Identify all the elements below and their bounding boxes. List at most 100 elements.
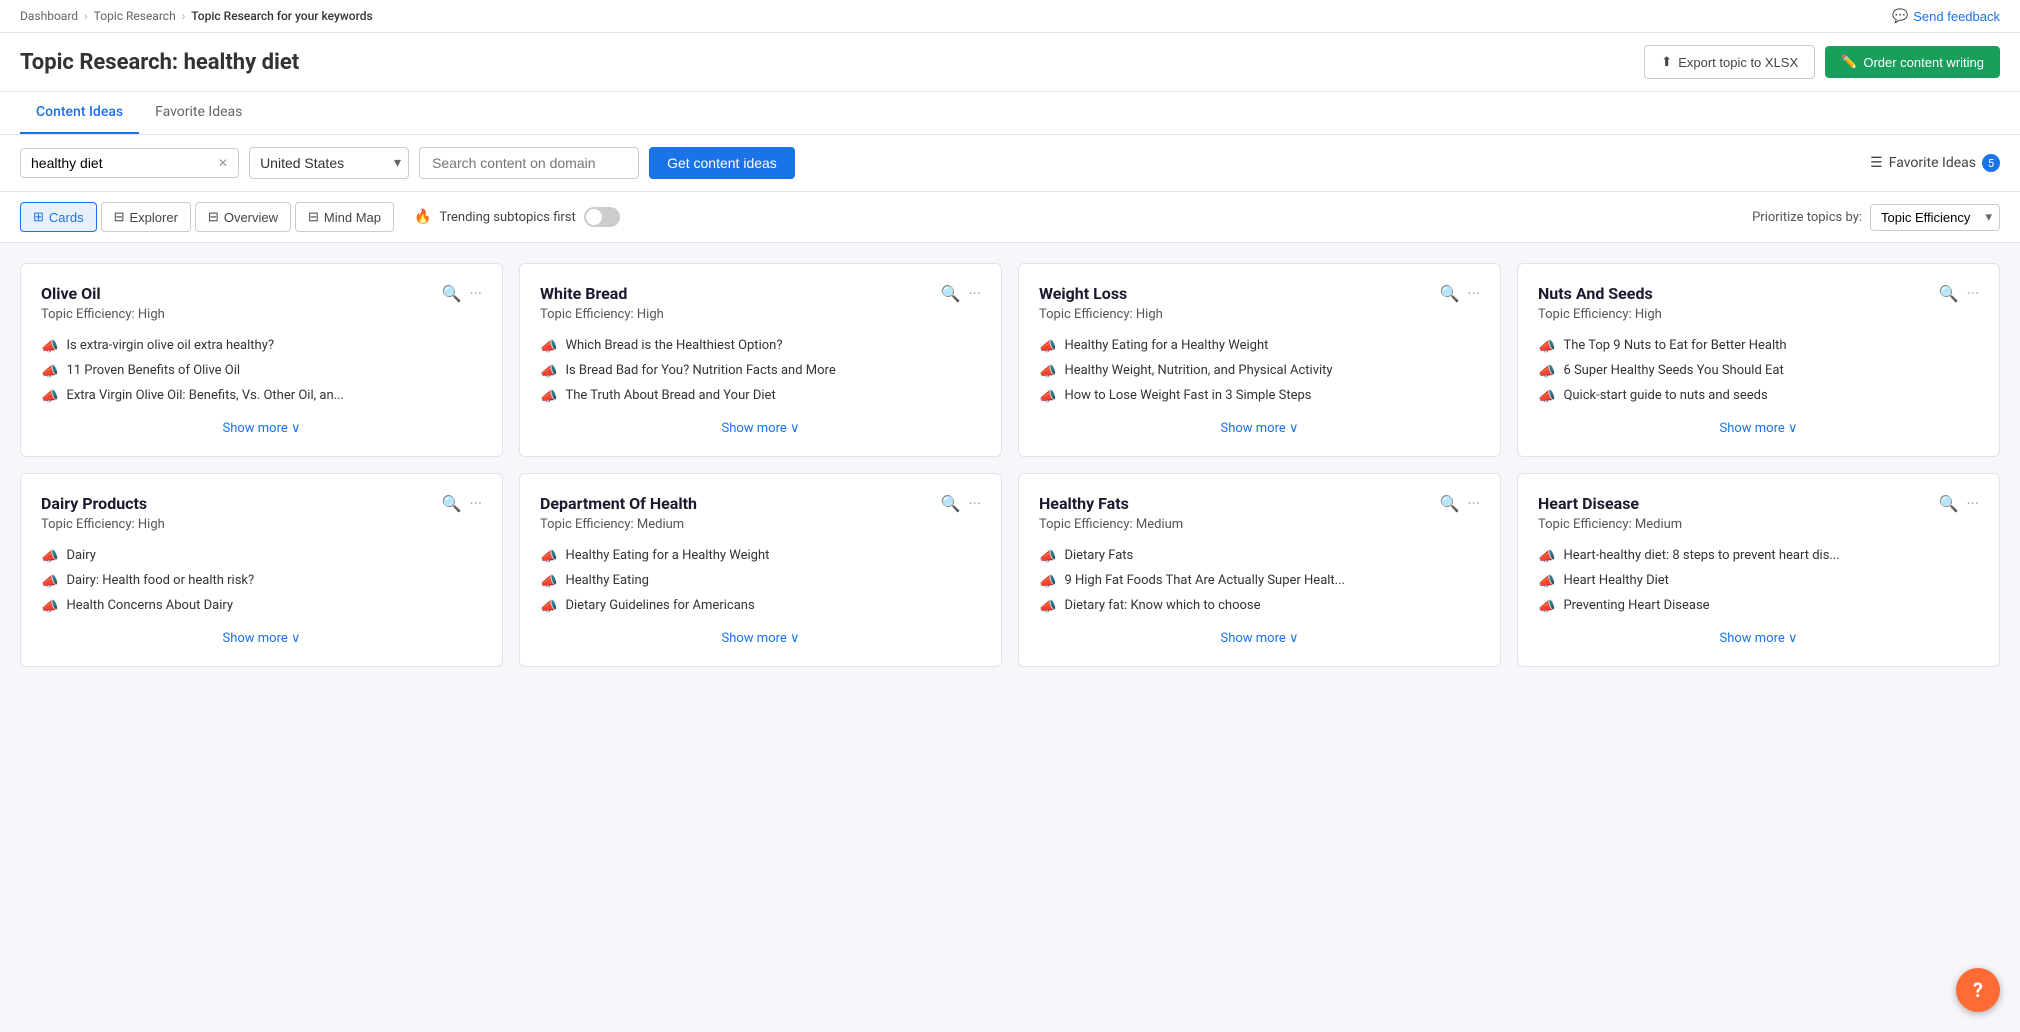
view-overview-button[interactable]: ⊟ Overview [195,202,291,232]
card-item-text[interactable]: Dietary fat: Know which to choose [1064,598,1260,613]
show-more-button[interactable]: Show more ∨ [1538,421,1979,436]
trending-icon: 📣 [540,574,557,590]
favorite-ideas-label[interactable]: Favorite Ideas [1889,155,1976,171]
domain-search-input[interactable] [419,147,639,179]
card-item-text[interactable]: The Top 9 Nuts to Eat for Better Health [1563,338,1786,353]
get-ideas-button[interactable]: Get content ideas [649,147,795,179]
search-icon[interactable]: 🔍 [1440,284,1460,303]
card-item-text[interactable]: Healthy Eating [565,573,649,588]
card-item-text[interactable]: Dietary Guidelines for Americans [565,598,754,613]
card-item: 📣 Health Concerns About Dairy [41,598,482,615]
trending-icon: 📣 [1039,599,1056,615]
card-title: Weight Loss [1039,284,1127,303]
card-item-text[interactable]: 9 High Fat Foods That Are Actually Super… [1064,573,1345,588]
card-item-text[interactable]: Heart-healthy diet: 8 steps to prevent h… [1563,548,1839,563]
trending-icon: 📣 [540,364,557,380]
card-item-text[interactable]: Dairy [66,548,95,563]
view-cards-button[interactable]: ⊞ Cards [20,202,97,232]
card-item: 📣 Preventing Heart Disease [1538,598,1979,615]
order-content-button[interactable]: ✏️ Order content writing [1825,46,2000,78]
card-item-text[interactable]: Quick-start guide to nuts and seeds [1563,388,1767,403]
more-options-icon[interactable]: ··· [1467,494,1480,513]
show-more-button[interactable]: Show more ∨ [41,631,482,646]
more-options-icon[interactable]: ··· [469,494,482,513]
card-item-text[interactable]: Heart Healthy Diet [1563,573,1668,588]
card-3: Nuts And Seeds 🔍 ··· Topic Efficiency: H… [1517,263,2000,457]
more-options-icon[interactable]: ··· [1966,494,1979,513]
trending-icon: 📣 [41,339,58,355]
card-item-text[interactable]: The Truth About Bread and Your Diet [565,388,775,403]
export-button[interactable]: ⬆ Export topic to XLSX [1644,45,1815,79]
priority-select[interactable]: Topic Efficiency Volume Difficulty [1870,204,2000,231]
view-mindmap-button[interactable]: ⊟ Mind Map [295,202,394,232]
help-button[interactable]: ? [1956,968,2000,1012]
breadcrumb-topic-research[interactable]: Topic Research [94,9,176,23]
view-explorer-button[interactable]: ⊟ Explorer [101,202,191,232]
trending-icon: 📣 [1538,599,1555,615]
card-item: 📣 Which Bread is the Healthiest Option? [540,338,981,355]
card-item-text[interactable]: Is extra-virgin olive oil extra healthy? [66,338,274,353]
card-item: 📣 Dietary Guidelines for Americans [540,598,981,615]
card-item: 📣 Extra Virgin Olive Oil: Benefits, Vs. … [41,388,482,405]
trending-wrap: 🔥 Trending subtopics first [414,207,620,227]
clear-keyword-button[interactable]: ✕ [218,156,228,170]
more-options-icon[interactable]: ··· [968,284,981,303]
card-item-text[interactable]: Is Bread Bad for You? Nutrition Facts an… [565,363,835,378]
more-options-icon[interactable]: ··· [968,494,981,513]
card-item-text[interactable]: Healthy Eating for a Healthy Weight [1064,338,1268,353]
card-items: 📣 Healthy Eating for a Healthy Weight 📣 … [1039,338,1480,405]
prioritize-label: Prioritize topics by: [1752,210,1862,225]
card-item-text[interactable]: Healthy Weight, Nutrition, and Physical … [1064,363,1332,378]
card-item-text[interactable]: Health Concerns About Dairy [66,598,233,613]
trending-icon: 📣 [41,549,58,565]
search-icon[interactable]: 🔍 [941,284,961,303]
trending-icon: 📣 [540,599,557,615]
search-icon[interactable]: 🔍 [941,494,961,513]
card-item-text[interactable]: Extra Virgin Olive Oil: Benefits, Vs. Ot… [66,388,343,403]
keyword-input[interactable] [31,155,212,171]
search-icon[interactable]: 🔍 [1440,494,1460,513]
feedback-icon: 💬 [1892,8,1908,24]
card-item-text[interactable]: How to Lose Weight Fast in 3 Simple Step… [1064,388,1311,403]
trending-icon: 📣 [41,389,58,405]
card-item-text[interactable]: Preventing Heart Disease [1563,598,1709,613]
card-item-text[interactable]: 6 Super Healthy Seeds You Should Eat [1563,363,1783,378]
show-more-button[interactable]: Show more ∨ [540,631,981,646]
country-select[interactable]: United States United Kingdom Canada Aust… [249,147,409,179]
breadcrumb-dashboard[interactable]: Dashboard [20,9,78,23]
search-icon[interactable]: 🔍 [442,284,462,303]
tab-favorite-ideas[interactable]: Favorite Ideas [139,92,258,134]
card-efficiency: Topic Efficiency: Medium [540,517,981,532]
card-item: 📣 6 Super Healthy Seeds You Should Eat [1538,363,1979,380]
show-more-button[interactable]: Show more ∨ [1039,631,1480,646]
send-feedback-button[interactable]: 💬 Send feedback [1892,8,2000,24]
more-options-icon[interactable]: ··· [1966,284,1979,303]
card-efficiency: Topic Efficiency: Medium [1538,517,1979,532]
card-item: 📣 9 High Fat Foods That Are Actually Sup… [1039,573,1480,590]
card-item-text[interactable]: Dairy: Health food or health risk? [66,573,254,588]
card-item-text[interactable]: Which Bread is the Healthiest Option? [565,338,782,353]
card-item-text[interactable]: Healthy Eating for a Healthy Weight [565,548,769,563]
card-1: White Bread 🔍 ··· Topic Efficiency: High… [519,263,1002,457]
search-icon[interactable]: 🔍 [1939,284,1959,303]
show-more-button[interactable]: Show more ∨ [540,421,981,436]
card-title: Department Of Health [540,494,697,513]
trending-icon: 📣 [540,549,557,565]
card-item-text[interactable]: 11 Proven Benefits of Olive Oil [66,363,240,378]
card-efficiency: Topic Efficiency: High [1039,307,1480,322]
trending-icon: 📣 [1039,389,1056,405]
show-more-button[interactable]: Show more ∨ [1538,631,1979,646]
tab-content-ideas[interactable]: Content Ideas [20,92,139,134]
card-item: 📣 Dietary fat: Know which to choose [1039,598,1480,615]
card-item: 📣 How to Lose Weight Fast in 3 Simple St… [1039,388,1480,405]
show-more-button[interactable]: Show more ∨ [41,421,482,436]
search-icon[interactable]: 🔍 [442,494,462,513]
show-more-button[interactable]: Show more ∨ [1039,421,1480,436]
more-options-icon[interactable]: ··· [1467,284,1480,303]
more-options-icon[interactable]: ··· [469,284,482,303]
search-icon[interactable]: 🔍 [1939,494,1959,513]
mindmap-icon: ⊟ [308,209,319,225]
trending-toggle[interactable] [584,207,620,227]
card-item-text[interactable]: Dietary Fats [1064,548,1133,563]
edit-icon: ✏️ [1841,54,1857,70]
